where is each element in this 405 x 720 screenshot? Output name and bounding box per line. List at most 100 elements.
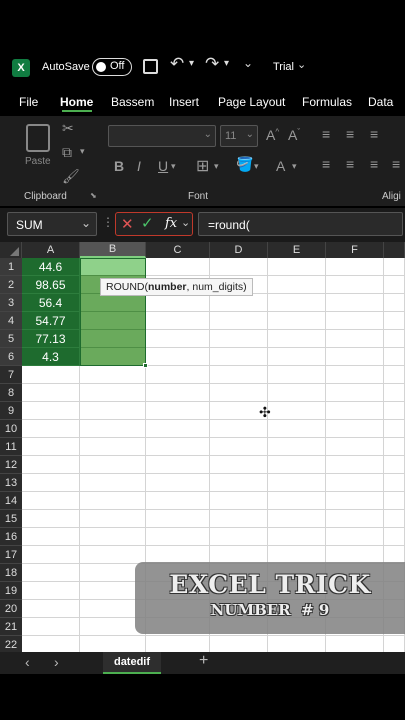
grid-cell[interactable] <box>210 510 268 528</box>
grid-cell[interactable] <box>146 456 210 474</box>
grid-cell[interactable] <box>210 528 268 546</box>
grid-cell[interactable] <box>268 474 326 492</box>
grid-cell[interactable] <box>326 456 384 474</box>
grid-cell[interactable] <box>210 420 268 438</box>
fill-color-icon[interactable]: 🪣 <box>236 156 253 173</box>
grid-cell[interactable] <box>384 420 405 438</box>
paste-icon[interactable] <box>26 124 50 152</box>
grid-cell[interactable] <box>268 636 326 652</box>
row-header[interactable]: 12 <box>0 456 22 474</box>
grid-cell[interactable] <box>22 492 80 510</box>
copy-dropdown-icon[interactable]: ▾ <box>80 146 85 157</box>
grid-cell[interactable] <box>210 384 268 402</box>
row-header[interactable]: 3 <box>0 294 22 312</box>
tooltip-arg-number[interactable]: number <box>148 281 187 293</box>
grid-cell[interactable] <box>80 546 146 564</box>
underline-icon[interactable]: U <box>158 158 168 174</box>
grid-cell[interactable] <box>268 294 326 312</box>
align-left-icon[interactable]: ≡ <box>322 156 330 172</box>
grid-cell[interactable] <box>210 492 268 510</box>
grid-cell[interactable] <box>22 366 80 384</box>
grid-cell[interactable]: 77.13 <box>22 330 80 348</box>
grid-cell[interactable] <box>268 384 326 402</box>
grid-cell[interactable] <box>210 636 268 652</box>
grid-cell[interactable] <box>22 456 80 474</box>
grid-cell[interactable] <box>268 528 326 546</box>
insert-function-icon[interactable]: fx <box>165 216 177 231</box>
row-header[interactable]: 13 <box>0 474 22 492</box>
menu-insert[interactable]: Insert <box>169 95 199 109</box>
grid-cell[interactable] <box>384 348 405 366</box>
redo-dropdown-icon[interactable]: ▾ <box>224 58 229 69</box>
row-header[interactable]: 19 <box>0 582 22 600</box>
grid-cell[interactable] <box>326 510 384 528</box>
grid-cell[interactable] <box>80 528 146 546</box>
row-header[interactable]: 17 <box>0 546 22 564</box>
autosave-toggle[interactable]: Off <box>92 58 132 76</box>
align-top-icon[interactable]: ≡ <box>322 126 330 142</box>
customize-dropdown-icon[interactable]: ⌄ <box>243 56 253 70</box>
cancel-icon[interactable]: ✕ <box>121 215 134 233</box>
row-header[interactable]: 2 <box>0 276 22 294</box>
grid-cell[interactable] <box>326 528 384 546</box>
menu-bassem[interactable]: Bassem <box>111 95 154 109</box>
grid-cell[interactable] <box>22 546 80 564</box>
grid-cell[interactable] <box>80 258 146 276</box>
bold-icon[interactable]: B <box>114 158 124 174</box>
grid-cell[interactable] <box>80 438 146 456</box>
row-header[interactable]: 9 <box>0 402 22 420</box>
grid-cell[interactable] <box>80 348 146 366</box>
font-color-dropdown-icon[interactable]: ▾ <box>292 161 297 172</box>
grid-cell[interactable] <box>326 384 384 402</box>
grid-cell[interactable]: 98.65 <box>22 276 80 294</box>
grid-cell[interactable] <box>268 276 326 294</box>
decrease-font-icon[interactable]: Aˇ <box>288 127 300 143</box>
row-header[interactable]: 7 <box>0 366 22 384</box>
col-header-f[interactable]: F <box>326 242 384 258</box>
trial-label[interactable]: Trial <box>273 61 294 73</box>
grid-cell[interactable] <box>80 492 146 510</box>
menu-file[interactable]: File <box>19 95 38 109</box>
grid-cell[interactable] <box>22 636 80 652</box>
row-header[interactable]: 11 <box>0 438 22 456</box>
row-header[interactable]: 4 <box>0 312 22 330</box>
grid-cell[interactable] <box>146 420 210 438</box>
grid-cell[interactable] <box>268 492 326 510</box>
grid-cell[interactable] <box>146 312 210 330</box>
save-icon[interactable] <box>143 59 158 74</box>
grid-cell[interactable] <box>268 420 326 438</box>
grid-cell[interactable] <box>146 492 210 510</box>
grid-cell[interactable] <box>210 312 268 330</box>
grid-cell[interactable] <box>146 258 210 276</box>
undo-icon[interactable]: ↶ <box>170 54 184 74</box>
grid-cell[interactable] <box>326 330 384 348</box>
trial-dropdown-icon[interactable]: ⌄ <box>297 58 306 71</box>
align-center-icon[interactable]: ≡ <box>346 156 354 172</box>
row-header[interactable]: 8 <box>0 384 22 402</box>
grid-cell[interactable]: 4.3 <box>22 348 80 366</box>
grid-cell[interactable] <box>146 474 210 492</box>
align-bottom-icon[interactable]: ≡ <box>370 126 378 142</box>
grid-cell[interactable] <box>268 312 326 330</box>
increase-font-icon[interactable]: A^ <box>266 127 279 143</box>
grid-cell[interactable] <box>268 348 326 366</box>
col-header-d[interactable]: D <box>210 242 268 258</box>
sheet-tab-datedif[interactable]: datedif <box>103 652 161 674</box>
add-sheet-icon[interactable]: + <box>199 652 208 670</box>
grid-cell[interactable] <box>22 510 80 528</box>
grid-cell[interactable] <box>384 636 405 652</box>
row-header[interactable]: 1 <box>0 258 22 276</box>
grid-cell[interactable] <box>80 636 146 652</box>
row-header[interactable]: 15 <box>0 510 22 528</box>
grid-cell[interactable] <box>80 312 146 330</box>
grid-cell[interactable] <box>146 528 210 546</box>
grid-cell[interactable] <box>384 366 405 384</box>
grid-cell[interactable]: 44.6 <box>22 258 80 276</box>
copy-icon[interactable]: ⧉ <box>62 144 72 161</box>
grid-cell[interactable] <box>22 420 80 438</box>
grid-cell[interactable] <box>22 528 80 546</box>
grid-cell[interactable] <box>268 366 326 384</box>
grid-cell[interactable] <box>80 510 146 528</box>
grid-cell[interactable] <box>80 474 146 492</box>
grid-cell[interactable] <box>384 474 405 492</box>
